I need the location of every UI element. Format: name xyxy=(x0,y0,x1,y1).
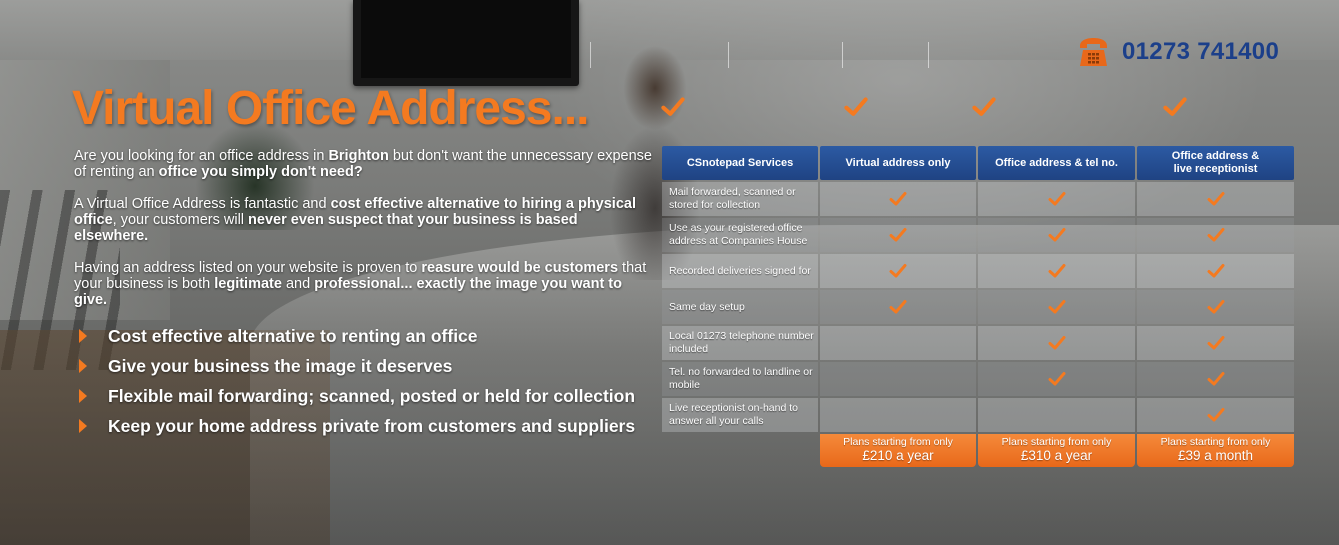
empty-cell xyxy=(978,398,1135,432)
table-row: Local 01273 telephone number included xyxy=(662,326,1294,360)
checkmark-icon xyxy=(1048,227,1066,243)
plans-row: Plans starting from only £210 a year Pla… xyxy=(820,434,1294,467)
checkmark-icon xyxy=(1207,227,1225,243)
column-header-services: CSnotepad Services xyxy=(662,146,818,180)
empty-cell xyxy=(820,362,976,396)
included-cell xyxy=(1137,290,1294,324)
table-body: Mail forwarded, scanned or stored for co… xyxy=(662,182,1294,432)
empty-cell xyxy=(820,326,976,360)
column-header-office-tel: Office address & tel no. xyxy=(978,146,1135,180)
intro-paragraph: Having an address listed on your website… xyxy=(74,260,647,308)
row-label: Mail forwarded, scanned or stored for co… xyxy=(662,182,818,216)
row-label: Recorded deliveries signed for xyxy=(662,254,818,288)
phone-number[interactable]: 01273 741400 xyxy=(1122,38,1279,66)
checkmark-icon xyxy=(1207,335,1225,351)
column-header-receptionist: Office address & live receptionist xyxy=(1137,146,1294,180)
empty-cell xyxy=(820,398,976,432)
intro-paragraph: Are you looking for an office address in… xyxy=(74,148,652,180)
row-label: Live receptionist on-hand to answer all … xyxy=(662,398,818,432)
row-label: Local 01273 telephone number included xyxy=(662,326,818,360)
checkmark-icon xyxy=(1048,371,1066,387)
checkmark-icon xyxy=(889,299,907,315)
checkmark-icon xyxy=(1207,407,1225,423)
benefit-item: Keep your home address private from cust… xyxy=(74,411,654,441)
row-label: Use as your registered office address at… xyxy=(662,218,818,252)
checkmark-icon xyxy=(971,96,997,122)
table-row: Tel. no forwarded to landline or mobile xyxy=(662,362,1294,396)
checkmark-icon xyxy=(1048,299,1066,315)
checkmark-icon xyxy=(1207,191,1225,207)
wall-tv xyxy=(353,0,579,86)
checkmark-icon xyxy=(889,263,907,279)
checkmark-icon xyxy=(889,191,907,207)
intro-paragraph: A Virtual Office Address is fantastic an… xyxy=(74,196,636,244)
row-label: Same day setup xyxy=(662,290,818,324)
checkmark-icon xyxy=(1207,263,1225,279)
table-row: Recorded deliveries signed for xyxy=(662,254,1294,288)
checkmark-icon xyxy=(1207,371,1225,387)
checkmark-icon xyxy=(660,96,686,122)
included-cell xyxy=(1137,182,1294,216)
included-cell xyxy=(820,182,976,216)
table-row: Mail forwarded, scanned or stored for co… xyxy=(662,182,1294,216)
table-row: Use as your registered office address at… xyxy=(662,218,1294,252)
included-cell xyxy=(1137,398,1294,432)
table-row: Live receptionist on-hand to answer all … xyxy=(662,398,1294,432)
included-cell xyxy=(1137,362,1294,396)
included-cell xyxy=(978,362,1135,396)
hero-section: Virtual Office Address... Are you lookin… xyxy=(72,82,654,441)
row-label: Tel. no forwarded to landline or mobile xyxy=(662,362,818,396)
page-title: Virtual Office Address... xyxy=(72,82,590,135)
checkmark-icon xyxy=(1162,96,1188,122)
table-row: Same day setup xyxy=(662,290,1294,324)
arrow-right-icon xyxy=(79,419,87,433)
included-cell xyxy=(978,290,1135,324)
arrow-right-icon xyxy=(79,359,87,373)
benefits-list: Cost effective alternative to renting an… xyxy=(74,321,654,441)
checkmark-icon xyxy=(889,227,907,243)
plan-button-receptionist[interactable]: Plans starting from only £39 a month xyxy=(1137,434,1294,467)
checkmark-icon xyxy=(1207,299,1225,315)
included-cell xyxy=(978,182,1135,216)
services-comparison-table: CSnotepad Services Virtual address only … xyxy=(662,146,1294,467)
checkmark-icon xyxy=(1048,335,1066,351)
column-header-virtual-address: Virtual address only xyxy=(820,146,976,180)
arrow-right-icon xyxy=(79,389,87,403)
included-cell xyxy=(820,290,976,324)
included-cell xyxy=(978,218,1135,252)
included-cell xyxy=(820,218,976,252)
intro-text: Are you looking for an office address in… xyxy=(74,148,654,308)
checkmark-icon xyxy=(843,96,869,122)
benefit-item: Flexible mail forwarding; scanned, poste… xyxy=(74,381,654,411)
table-header-row: CSnotepad Services Virtual address only … xyxy=(662,146,1294,180)
included-cell xyxy=(1137,254,1294,288)
included-cell xyxy=(1137,218,1294,252)
checkmark-icon xyxy=(1048,263,1066,279)
plan-button-office-tel[interactable]: Plans starting from only £310 a year xyxy=(978,434,1135,467)
included-cell xyxy=(978,326,1135,360)
phone-contact[interactable]: 01273 741400 xyxy=(1077,36,1279,68)
benefit-item: Cost effective alternative to renting an… xyxy=(74,321,654,351)
included-cell xyxy=(978,254,1135,288)
checkmark-icon xyxy=(1048,191,1066,207)
benefit-item: Give your business the image it deserves xyxy=(74,351,654,381)
telephone-icon xyxy=(1077,36,1110,68)
plan-button-virtual-address[interactable]: Plans starting from only £210 a year xyxy=(820,434,976,467)
arrow-right-icon xyxy=(79,329,87,343)
included-cell xyxy=(1137,326,1294,360)
included-cell xyxy=(820,254,976,288)
